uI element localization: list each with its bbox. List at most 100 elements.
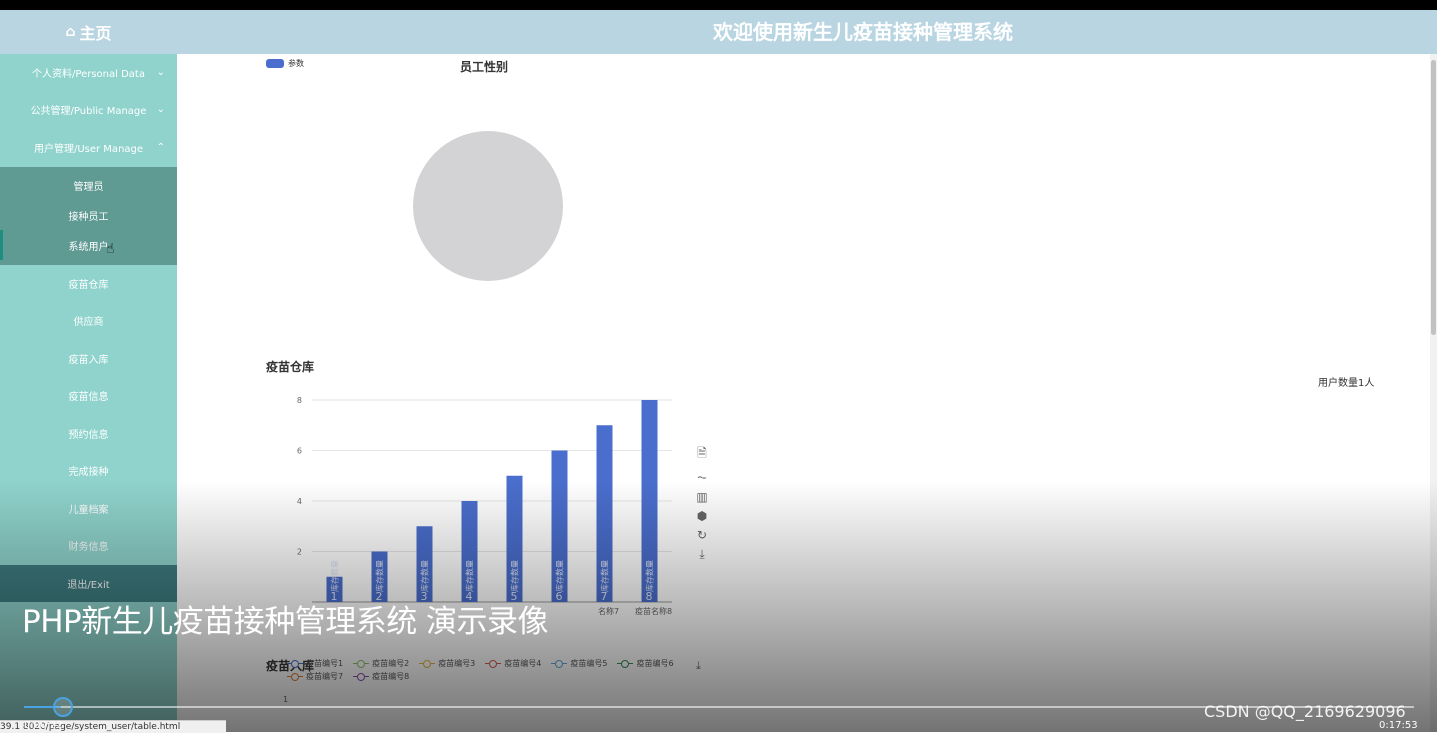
x-tick-label: 疫苗名称8 [635,606,672,616]
legend-marker [353,659,370,668]
watermark: CSDN @QQ_2169629096 [1204,702,1406,721]
bar-data-label: 库存数量 [600,560,610,592]
legend-label: 疫苗编号3 [438,659,476,668]
home-button[interactable]: ⌂ 主页 [0,10,177,54]
site-title: 欢迎使用新生儿疫苗接种管理系统 [713,20,1013,44]
video-title: PHP新生儿疫苗接种管理系统 演示录像 [22,604,549,640]
y-tick-label: 6 [297,447,302,456]
restore-icon[interactable]: ↻ [697,528,707,542]
legend-item[interactable]: 疫苗编号5 [551,658,607,669]
legend-item[interactable]: 疫苗编号2 [353,658,409,669]
user-count-text: 用户数量1人 [1318,378,1375,389]
video-top-bar [0,0,1437,10]
video-total-time: 0:17:53 [1379,720,1418,731]
bar-icon[interactable]: ▥ [696,490,707,504]
sidebar-subitem-staff[interactable]: 接种员工 [0,200,177,230]
line-icon[interactable]: ⏦ [697,470,707,485]
stack-icon[interactable]: ⬢ [697,509,707,523]
subitem-label: 系统用户 [68,241,109,253]
sidebar-subitem-system-user[interactable]: 系统用户 [0,230,177,260]
video-progress-knob[interactable] [53,697,73,717]
legend-label: 疫苗编号7 [306,672,344,681]
sidebar-item-label: 疫苗仓库 [68,280,109,291]
sidebar-item-label: 公共管理/Public Manage [30,106,147,117]
sidebar-item-supplier[interactable]: 供应商 [0,302,177,339]
sidebar-item-label: 完成接种 [68,467,109,478]
sidebar-item-vaccination-done[interactable]: 完成接种 [0,452,177,489]
line-chart-legend: 疫苗编号1 疫苗编号2 疫苗编号3 疫苗编号4 疫苗编号5 疫苗编号6 疫苗编号7 疫苗编号8 [277,658,707,682]
sidebar-item-label: 疫苗信息 [68,392,109,403]
pie-legend[interactable]: 参数 [266,58,304,69]
sidebar-item-finance[interactable]: 财务信息 [0,527,177,564]
bar-chart-title: 疫苗仓库 [266,360,315,374]
hand-cursor-icon: ☝ [106,241,115,257]
chart-toolbox: 🗎 ⏦ ▥ ⬢ ↻ ⤓ [694,444,710,562]
bar-data-label: 库存数量 [330,560,340,592]
sidebar-item-label: 预约信息 [68,430,109,441]
sidebar-item-label: 用户管理/User Manage [33,144,144,155]
sidebar-item-personal-data[interactable]: 个人资料/Personal Data ⌄ [0,54,177,91]
chevron-down-icon: ⌄ [156,67,165,78]
y-tick-label: 8 [297,396,302,405]
y-tick-label: 4 [297,497,302,506]
line-y-tick: 1 [283,695,289,704]
pie-chart-title: 员工性别 [460,60,509,74]
legend-marker [287,659,303,668]
bar-category-label: 6 [556,590,563,603]
bar-data-label: 库存数量 [555,560,565,592]
legend-item[interactable]: 疫苗编号8 [353,671,409,682]
data-view-icon[interactable]: 🗎 [697,444,707,465]
sidebar-item-vaccine-warehouse[interactable]: 疫苗仓库 [0,265,177,302]
sidebar-item-label: 疫苗入库 [68,355,109,366]
sidebar-item-label: 供应商 [73,317,104,328]
chevron-up-icon: ⌃ [156,142,165,153]
sidebar-item-appointment[interactable]: 预约信息 [0,415,177,452]
legend-marker [485,659,502,668]
legend-label: 疫苗编号4 [504,659,542,668]
bar-data-label: 库存数量 [420,560,430,592]
legend-item[interactable]: 疫苗编号7 [287,671,343,682]
sidebar-item-vaccine-info[interactable]: 疫苗信息 [0,377,177,414]
x-tick-label: 名称7 [598,606,619,616]
pie-chart-empty-circle [413,131,563,281]
y-tick-label: 2 [297,548,302,557]
legend-item[interactable]: 疫苗编号4 [485,658,541,669]
sidebar-item-user-manage[interactable]: 用户管理/User Manage ⌃ [0,129,177,166]
legend-label: 疫苗编号6 [636,659,674,668]
sidebar-item-label: 儿童档案 [68,505,109,516]
legend-swatch [266,59,284,68]
download-icon[interactable]: ⤓ [699,547,704,562]
bar-category-label: 8 [646,590,653,603]
header: ⌂ 主页 欢迎使用新生儿疫苗接种管理系统 [0,10,1437,54]
exit-label: 退出/Exit [67,580,110,591]
legend-item[interactable]: 疫苗编号3 [419,658,475,669]
legend-label: 疫苗编号8 [372,672,410,681]
legend-marker [617,659,634,668]
user-manage-submenu: 管理员 接种员工 系统用户 [0,167,177,265]
scrollbar-thumb[interactable] [1431,60,1436,335]
sidebar-item-child-records[interactable]: 儿童档案 [0,490,177,527]
legend-marker [287,672,303,681]
legend-item[interactable]: 疫苗编号6 [617,658,674,669]
legend-label: 疫苗编号1 [306,659,344,668]
download-icon[interactable]: ⤓ [696,659,701,673]
subitem-label: 管理员 [73,181,104,193]
legend-marker [353,672,370,681]
home-label: 主页 [79,24,112,43]
home-icon: ⌂ [65,24,76,40]
bar-chart: 2468库存数量1库存数量2库存数量3库存数量4库存数量5库存数量6库存数量7库… [297,396,672,616]
sidebar-item-public-manage[interactable]: 公共管理/Public Manage ⌄ [0,91,177,128]
sidebar-item-label: 财务信息 [68,542,109,553]
legend-label: 参数 [288,59,304,68]
bar-data-label: 库存数量 [375,560,385,592]
bar-data-label: 库存数量 [645,560,655,592]
bar-data-label: 库存数量 [510,560,520,592]
legend-item[interactable]: 疫苗编号1 [287,658,343,669]
sidebar-subitem-admin[interactable]: 管理员 [0,170,177,200]
chevron-down-icon: ⌄ [156,104,165,115]
bar-data-label: 库存数量 [465,560,475,592]
sidebar-item-vaccine-stock-in[interactable]: 疫苗入库 [0,340,177,377]
sidebar-item-label: 个人资料/Personal Data [32,69,145,80]
legend-label: 疫苗编号5 [570,659,608,668]
subitem-label: 接种员工 [68,211,109,223]
